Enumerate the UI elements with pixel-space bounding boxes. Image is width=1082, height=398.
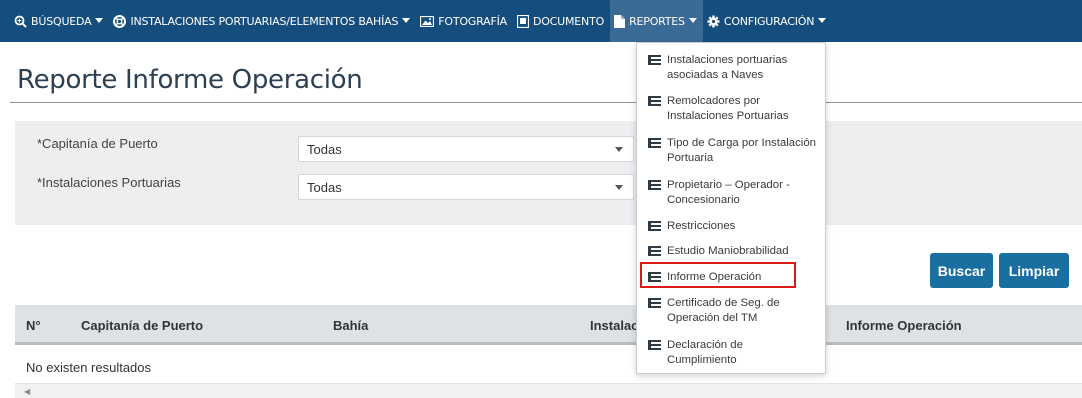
search-icon — [14, 15, 27, 28]
nav-configuracion-label: CONFIGURACIÓN — [723, 14, 815, 28]
capitania-select[interactable]: Todas — [298, 136, 634, 162]
menu-item-remolcadores[interactable]: Remolcadores por Instalaciones Portuarias — [648, 94, 820, 123]
menu-item-label: Instalaciones portuarias asociadas a Nave… — [667, 54, 788, 81]
menu-item-informe-operacion[interactable]: Informe Operación — [648, 270, 820, 285]
reportes-dropdown-menu: Instalaciones portuarias asociadas a Nave… — [636, 42, 826, 374]
menu-item-label: Tipo de Carga por Instalación Portuaria — [667, 137, 817, 164]
chevron-down-icon — [615, 185, 623, 190]
report-list-icon — [648, 246, 661, 256]
image-icon — [420, 15, 435, 27]
caret-down-icon — [818, 18, 827, 24]
menu-item-label: Certificado de Seg. de Operación del TM — [667, 297, 780, 324]
app-root: BÚSQUEDA INSTALACIONES PORTUARIAS/ELEMEN… — [0, 0, 1082, 398]
report-list-icon — [648, 340, 661, 350]
nav-fotografia[interactable]: FOTOGRAFÍA — [416, 0, 513, 42]
menu-item-propietario[interactable]: Propietario – Operador - Concesionario — [648, 178, 820, 207]
capitania-select-value: Todas — [307, 142, 342, 157]
nav-documento[interactable]: DOCUMENTO — [513, 0, 610, 42]
filter-panel: *Capitanía de Puerto Todas *Instalacione… — [15, 121, 1082, 225]
column-header-number[interactable]: N° — [26, 318, 41, 333]
nav-reportes-label: REPORTES — [629, 14, 685, 28]
menu-item-label: Declaración de Cumplimiento — [667, 339, 743, 366]
menu-item-certificado[interactable]: Certificado de Seg. de Operación del TM — [648, 296, 820, 325]
gear-icon — [707, 15, 720, 28]
report-list-icon — [648, 221, 661, 231]
column-header-bahia[interactable]: Bahía — [333, 318, 368, 333]
top-navbar: BÚSQUEDA INSTALACIONES PORTUARIAS/ELEMEN… — [0, 0, 1082, 42]
column-header-informe-operacion[interactable]: Informe Operación — [846, 318, 962, 333]
instalaciones-select[interactable]: Todas — [298, 174, 634, 200]
caret-down-icon — [95, 18, 104, 24]
report-list-icon — [648, 55, 661, 65]
menu-item-tipo-carga[interactable]: Tipo de Carga por Instalación Portuaria — [648, 136, 820, 165]
scroll-left-icon[interactable]: ◀ — [24, 387, 30, 396]
report-list-icon — [648, 298, 661, 308]
report-list-icon — [648, 96, 661, 106]
nav-configuracion[interactable]: CONFIGURACIÓN — [703, 0, 832, 42]
column-header-capitania[interactable]: Capitanía de Puerto — [81, 318, 203, 333]
menu-item-label: Propietario – Operador - Concesionario — [667, 179, 790, 206]
report-list-icon — [648, 138, 661, 148]
results-table-header: N° Capitanía de Puerto Bahía Instalac In… — [15, 305, 1082, 345]
nav-fotografia-label: FOTOGRAFÍA — [438, 14, 507, 28]
menu-item-instalaciones-naves[interactable]: Instalaciones portuarias asociadas a Nave… — [648, 53, 820, 82]
report-list-icon — [648, 180, 661, 190]
column-header-instalacion[interactable]: Instalac — [590, 318, 638, 333]
search-button[interactable]: Buscar — [930, 253, 993, 288]
nav-documento-label: DOCUMENTO — [532, 14, 605, 28]
menu-item-label: Estudio Maniobrabilidad — [667, 245, 789, 257]
nav-instalaciones[interactable]: INSTALACIONES PORTUARIAS/ELEMENTOS BAHÍA… — [109, 0, 416, 42]
nav-busqueda-label: BÚSQUEDA — [31, 14, 92, 28]
nav-busqueda[interactable]: BÚSQUEDA — [10, 0, 109, 42]
title-divider — [10, 102, 1082, 103]
menu-item-label: Informe Operación — [667, 271, 762, 283]
document-icon — [516, 14, 529, 28]
menu-item-declaracion[interactable]: Declaración de Cumplimiento — [648, 338, 820, 367]
chevron-down-icon — [615, 147, 623, 152]
menu-item-label: Restricciones — [667, 220, 736, 232]
report-list-icon — [648, 272, 661, 282]
empty-results-text: No existen resultados — [26, 360, 152, 375]
caret-down-icon — [688, 18, 697, 24]
lifebuoy-icon — [113, 14, 127, 28]
file-icon — [614, 14, 626, 28]
menu-item-label: Remolcadores por Instalaciones Portuarias — [667, 95, 789, 122]
menu-item-restricciones[interactable]: Restricciones — [648, 219, 820, 234]
page-title: Reporte Informe Operación — [17, 65, 363, 95]
instalaciones-label: *Instalaciones Portuarias — [37, 175, 181, 190]
horizontal-scrollbar[interactable]: ◀ — [15, 383, 1082, 398]
nav-reportes[interactable]: REPORTES — [610, 0, 703, 42]
instalaciones-select-value: Todas — [307, 180, 342, 195]
capitania-label: *Capitanía de Puerto — [37, 136, 158, 151]
clear-button[interactable]: Limpiar — [999, 253, 1069, 288]
menu-item-estudio-maniobrabilidad[interactable]: Estudio Maniobrabilidad — [648, 244, 820, 259]
caret-down-icon — [402, 18, 411, 24]
nav-instalaciones-label: INSTALACIONES PORTUARIAS/ELEMENTOS BAHÍA… — [130, 14, 399, 28]
